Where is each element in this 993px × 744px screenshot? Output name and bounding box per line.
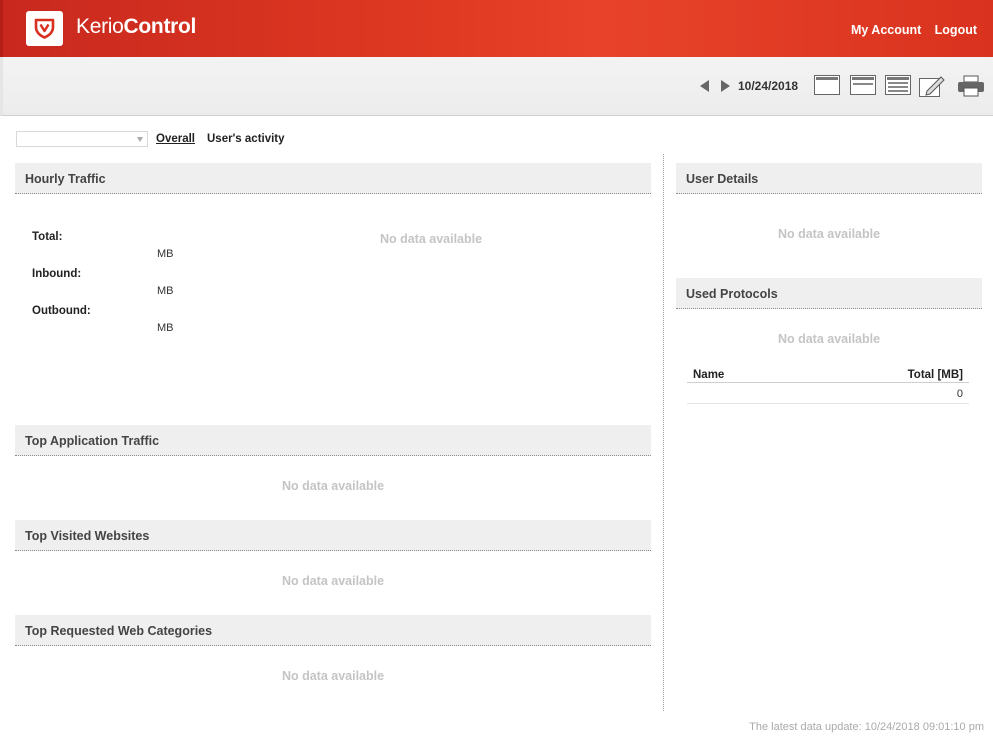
brand-name-bold: Control: [123, 15, 197, 38]
top-application-traffic-title: Top Application Traffic: [25, 434, 160, 448]
user-select[interactable]: [16, 131, 148, 147]
brand-name: KerioControl: [76, 15, 196, 39]
hourly-traffic-nodata: No data available: [379, 232, 483, 246]
used-protocols-nodata: No data available: [777, 332, 881, 346]
protocols-table: Name Total [MB] 0: [687, 366, 969, 404]
used-protocols-header: Used Protocols: [676, 278, 982, 309]
shield-icon: [34, 18, 55, 39]
top-visited-websites-title: Top Visited Websites: [25, 529, 150, 543]
column-header-total[interactable]: Total [MB]: [908, 369, 963, 381]
logout-link[interactable]: Logout: [935, 23, 977, 37]
arrow-left-icon[interactable]: [700, 80, 709, 92]
last-update-note: The latest data update: 10/24/2018 09:01…: [749, 721, 984, 733]
month-view-icon[interactable]: [885, 75, 911, 97]
total-unit: MB: [157, 248, 174, 260]
user-details-header: User Details: [676, 163, 982, 194]
top-application-traffic-header: Top Application Traffic: [15, 425, 651, 456]
my-account-link[interactable]: My Account: [851, 23, 921, 37]
arrow-right-icon[interactable]: [721, 80, 730, 92]
print-icon[interactable]: [957, 75, 984, 97]
current-date: 10/24/2018: [738, 79, 799, 93]
top-visited-websites-nodata: No data available: [281, 574, 385, 588]
used-protocols-title: Used Protocols: [686, 287, 778, 301]
top-application-traffic-nodata: No data available: [281, 479, 385, 493]
kerio-logo: [26, 11, 63, 46]
protocol-total-cell: 0: [956, 388, 963, 400]
tab-users-activity[interactable]: User's activity: [207, 133, 285, 145]
top-web-categories-title: Top Requested Web Categories: [25, 624, 213, 638]
brand-name-light: Kerio: [76, 15, 124, 38]
column-header-name[interactable]: Name: [693, 369, 724, 381]
inbound-unit: MB: [157, 285, 174, 297]
total-label: Total:: [32, 231, 63, 243]
column-divider: [663, 154, 664, 711]
day-view-icon[interactable]: [814, 75, 840, 97]
hourly-traffic-header: Hourly Traffic: [15, 163, 651, 194]
chevron-down-icon: [137, 137, 143, 142]
outbound-label: Outbound:: [32, 305, 91, 317]
protocols-table-header: Name Total [MB]: [687, 366, 969, 383]
header-links: My Account Logout: [841, 23, 977, 37]
table-row: 0: [687, 383, 969, 404]
top-web-categories-nodata: No data available: [281, 669, 385, 683]
edit-icon[interactable]: [919, 75, 945, 97]
inbound-label: Inbound:: [32, 268, 82, 280]
tab-overall[interactable]: Overall: [156, 133, 195, 145]
toolbar: 10/24/2018: [0, 57, 993, 116]
top-visited-websites-header: Top Visited Websites: [15, 520, 651, 551]
hourly-traffic-title: Hourly Traffic: [25, 172, 106, 186]
week-view-icon[interactable]: [850, 75, 876, 97]
user-details-title: User Details: [686, 172, 759, 186]
app-header: KerioControl My Account Logout: [0, 0, 993, 57]
top-web-categories-header: Top Requested Web Categories: [15, 615, 651, 646]
outbound-unit: MB: [157, 322, 174, 334]
user-details-nodata: No data available: [777, 227, 881, 241]
